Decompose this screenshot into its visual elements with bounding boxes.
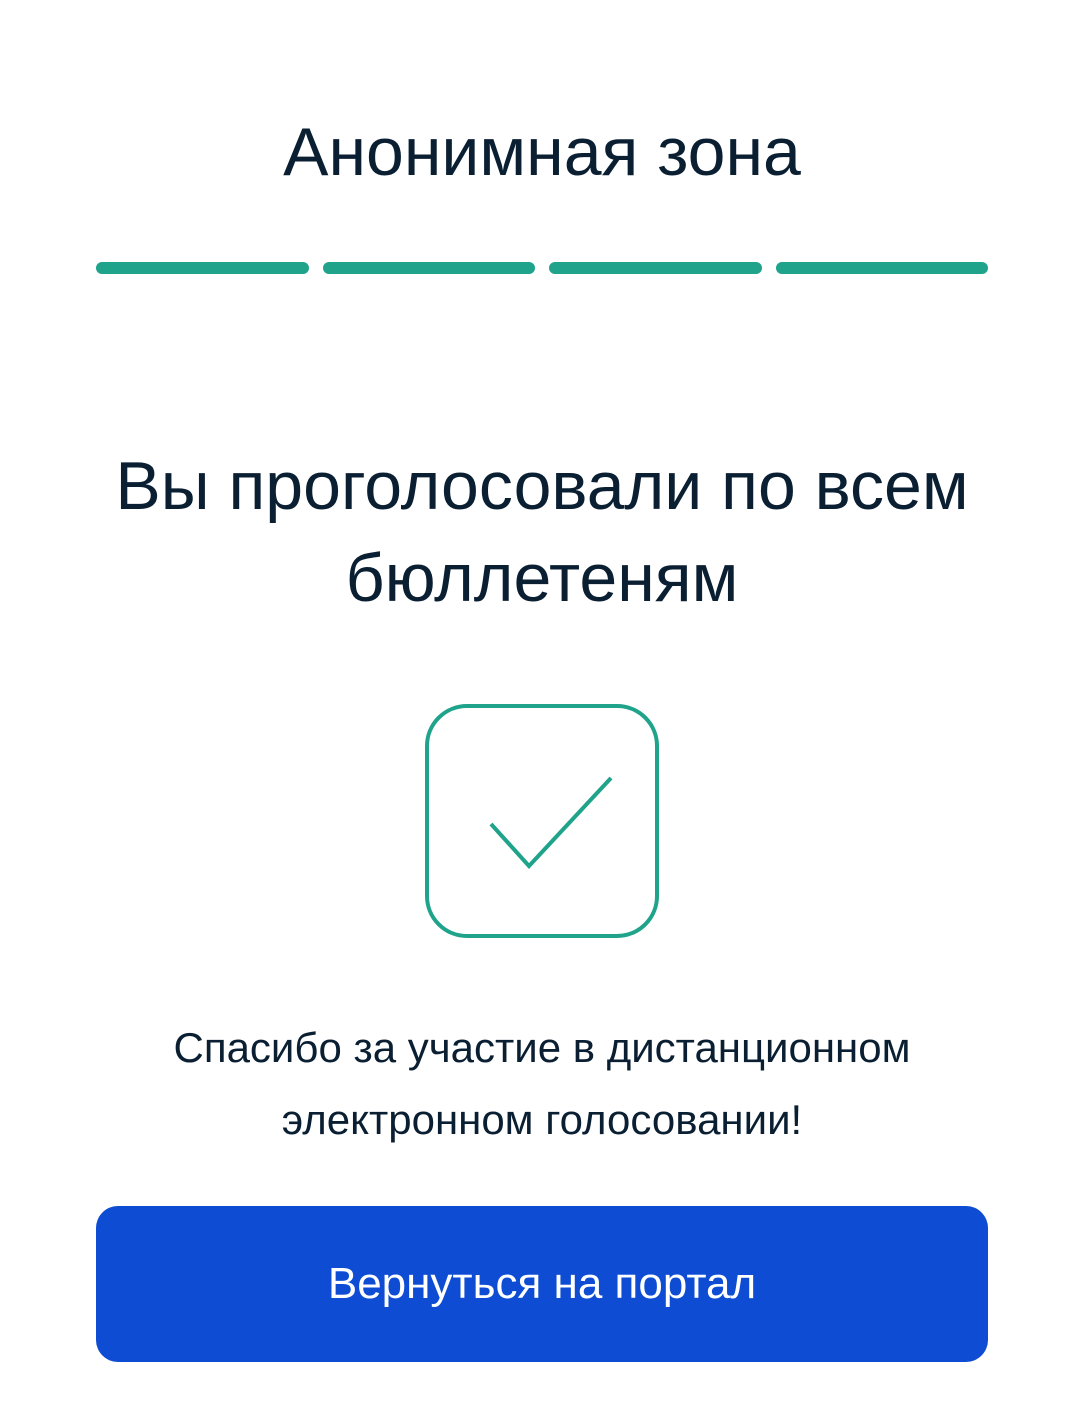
progress-step [549, 262, 762, 274]
progress-step [322, 262, 535, 274]
success-headline: Вы проголосовали по всем бюллетеням [115, 448, 969, 616]
progress-step [96, 262, 309, 274]
return-to-portal-button[interactable]: Вернуться на портал [96, 1206, 988, 1362]
progress-bar [96, 262, 988, 274]
checkmark-square-icon [425, 704, 659, 938]
page-title: Анонимная зона [283, 114, 801, 190]
progress-step [775, 262, 988, 274]
thank-you-message: Спасибо за участие в дистанционном элект… [173, 1024, 911, 1143]
